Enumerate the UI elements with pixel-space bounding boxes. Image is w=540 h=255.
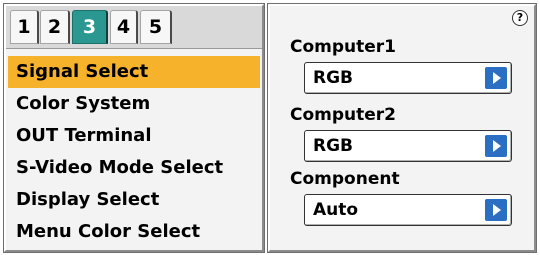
menu-item-s-video-mode-select[interactable]: S-Video Mode Select bbox=[8, 152, 260, 184]
menu-item-out-terminal[interactable]: OUT Terminal bbox=[8, 120, 260, 152]
computer2-value: RGB bbox=[313, 136, 354, 156]
component-label: Component bbox=[290, 169, 400, 189]
menu-item-signal-select[interactable]: Signal Select bbox=[8, 56, 260, 88]
signal-select-menu: 1 2 3 4 5 Signal Select Color System OUT… bbox=[0, 0, 540, 255]
right-arrow-icon[interactable] bbox=[485, 135, 507, 157]
menu-item-display-select[interactable]: Display Select bbox=[8, 184, 260, 216]
tab-5[interactable]: 5 bbox=[140, 10, 172, 44]
menu-item-menu-color-select[interactable]: Menu Color Select bbox=[8, 216, 260, 248]
component-dropdown[interactable]: Auto bbox=[304, 194, 512, 226]
tab-1[interactable]: 1 bbox=[10, 10, 39, 44]
page-tab-strip: 1 2 3 4 5 bbox=[6, 6, 262, 49]
tab-2[interactable]: 2 bbox=[40, 10, 70, 44]
computer1-value: RGB bbox=[313, 68, 354, 88]
computer2-label: Computer2 bbox=[290, 105, 397, 125]
menu-item-color-system[interactable]: Color System bbox=[8, 88, 260, 120]
help-icon[interactable]: ? bbox=[512, 10, 528, 26]
computer1-dropdown[interactable]: RGB bbox=[304, 62, 512, 94]
right-arrow-icon[interactable] bbox=[485, 67, 507, 89]
component-value: Auto bbox=[313, 200, 359, 220]
tab-3[interactable]: 3 bbox=[72, 10, 108, 44]
right-arrow-icon[interactable] bbox=[485, 199, 507, 221]
settings-right-panel: ? Computer1 RGB Computer2 RGB Component … bbox=[268, 4, 536, 252]
menu-list: Signal Select Color System OUT Terminal … bbox=[8, 56, 260, 248]
computer2-dropdown[interactable]: RGB bbox=[304, 130, 512, 162]
computer1-label: Computer1 bbox=[290, 37, 397, 57]
tab-4[interactable]: 4 bbox=[110, 10, 138, 44]
menu-left-panel: 1 2 3 4 5 Signal Select Color System OUT… bbox=[4, 4, 264, 252]
